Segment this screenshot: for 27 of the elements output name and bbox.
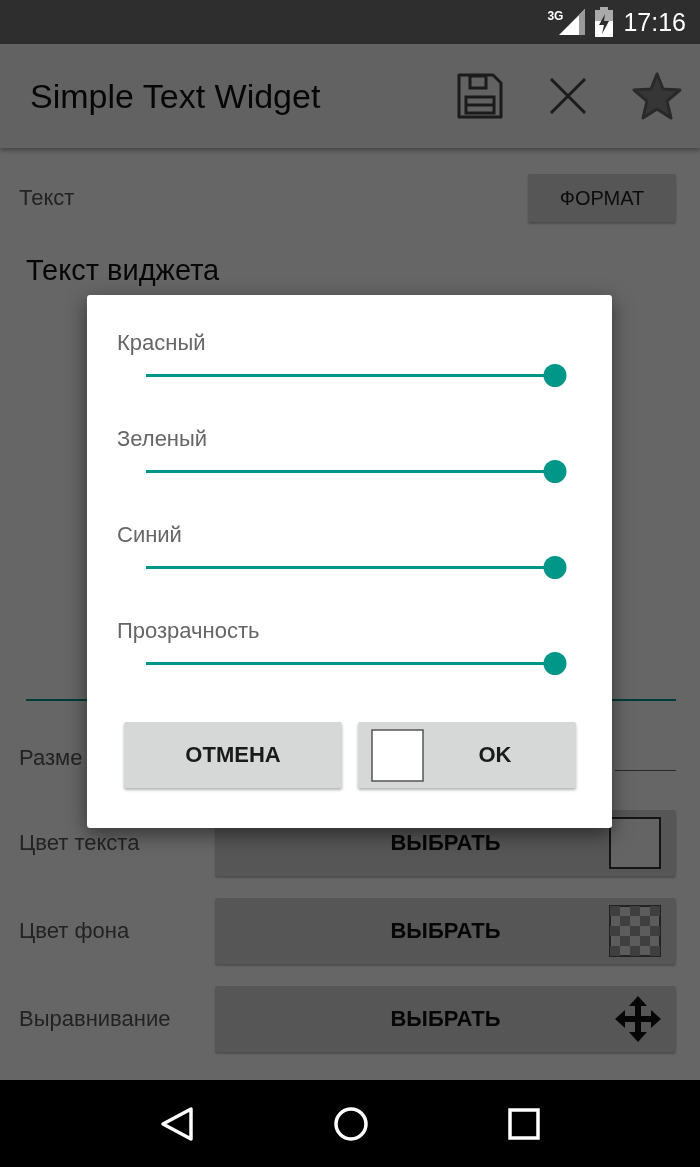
color-preview-icon [371,729,424,782]
field-label: Текст [19,185,75,211]
close-icon[interactable] [548,76,588,116]
recents-icon[interactable] [508,1107,541,1140]
cancel-button[interactable]: ОТМЕНА [124,722,342,788]
slider-label: Красный [117,330,207,356]
slider-label: Синий [117,522,183,548]
choose-button[interactable]: ВЫБРАТЬ [215,898,676,964]
star-icon[interactable] [632,72,682,120]
field-label: Цвет текста [19,830,141,856]
field-label: Выравнивание [19,1006,172,1032]
network-type: 3G [547,9,564,23]
home-icon[interactable] [333,1105,369,1142]
app-title: Simple Text Widget [30,76,322,116]
slider-label: Зеленый [117,426,209,452]
move-arrows-icon [615,996,661,1042]
transparency-icon [609,905,661,957]
choose-button[interactable]: ВЫБРАТЬ [215,986,676,1052]
ok-button[interactable]: OK [358,722,576,788]
save-icon[interactable] [456,72,504,120]
battery-icon [595,7,614,37]
back-icon[interactable] [159,1105,194,1142]
format-button[interactable]: ФОРМАТ [528,174,676,222]
slider-label: Прозрачность [117,618,261,644]
clock-time: 17:16 [623,7,686,37]
field-label: Цвет фона [19,918,131,944]
field-label: Разме [19,745,83,771]
